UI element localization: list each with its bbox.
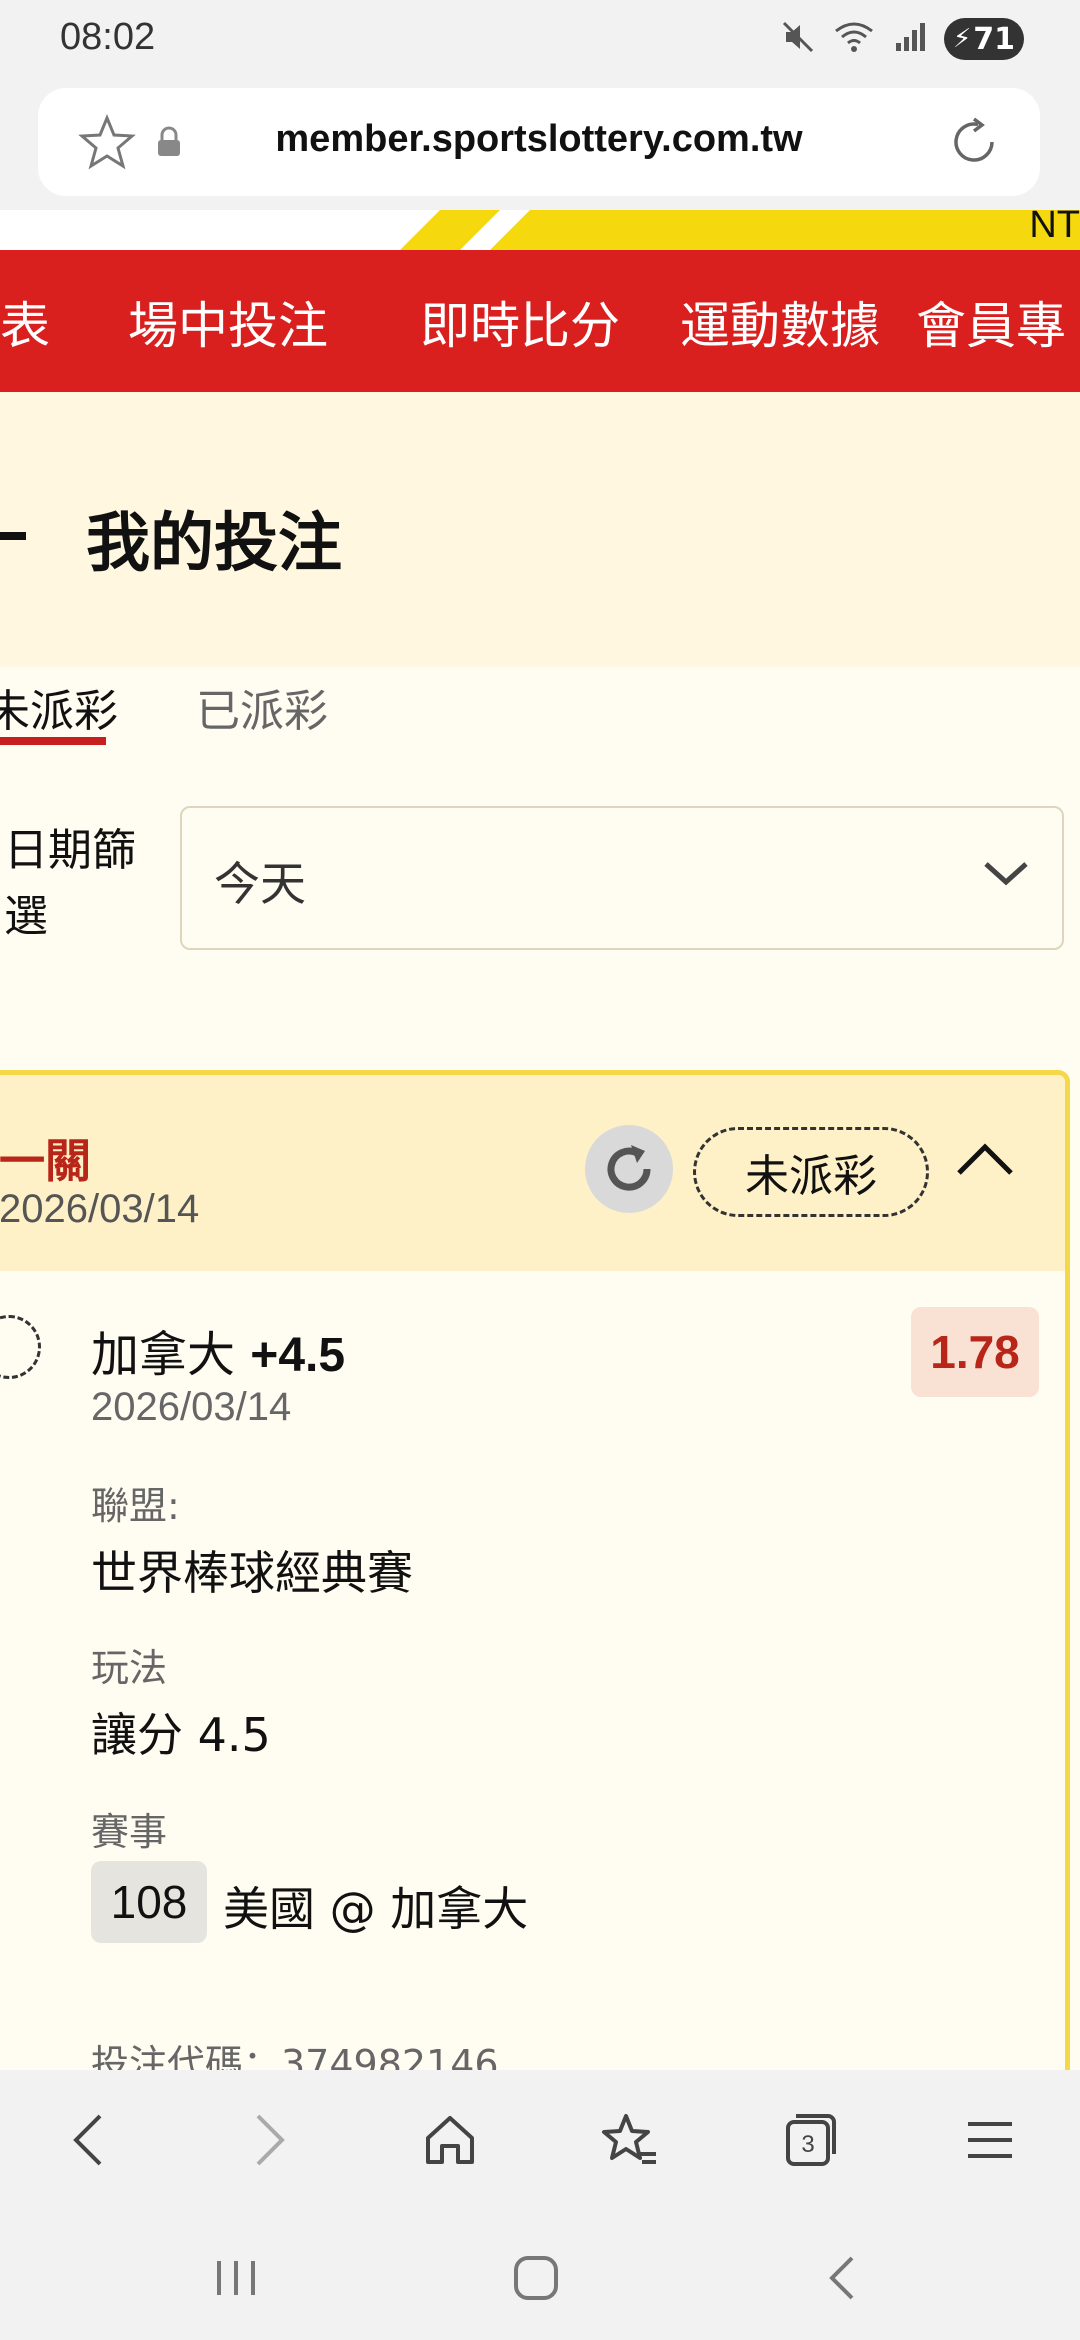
reload-icon[interactable] (948, 116, 1000, 172)
main-nav: 表 場中投注 即時比分 運動數據 會員專 (0, 250, 1080, 392)
forward-button[interactable] (240, 2110, 300, 2170)
status-time: 08:02 (60, 16, 156, 58)
nav-item-live-scores[interactable]: 即時比分 (420, 286, 620, 358)
battery-level: 71 (973, 21, 1015, 57)
bet-code-text: 投注代碼：374982146 (91, 2042, 499, 2070)
wifi-icon (832, 19, 876, 59)
league-value: 世界棒球經典賽 (91, 1546, 413, 1600)
banner-partial-text: NT (1029, 210, 1080, 246)
home-button[interactable] (420, 2110, 480, 2170)
system-nav-bar (0, 2210, 1080, 2340)
mute-icon (780, 19, 816, 59)
event-code: 108 (91, 1861, 207, 1943)
odds-badge: 1.78 (911, 1307, 1039, 1397)
address-bar[interactable]: member.sportslottery.com.tw (38, 88, 1040, 196)
league-label: 聯盟: (91, 1484, 180, 1528)
signal-icon (892, 19, 928, 59)
selection-team: 加拿大 (91, 1327, 236, 1383)
menu-button[interactable] (960, 2110, 1020, 2170)
chevron-right-icon (256, 2114, 285, 2166)
recent-apps-button[interactable] (206, 2248, 266, 2308)
hamburger-menu-icon (968, 2122, 1012, 2158)
tabs-button[interactable]: 3 (780, 2110, 840, 2170)
pending-result-icon (0, 1315, 41, 1379)
tab-count: 3 (801, 2131, 814, 2158)
date-filter-value: 今天 (214, 857, 306, 911)
date-filter-label: 日期篩選 (4, 825, 136, 942)
chevron-up-icon[interactable] (955, 1139, 1015, 1183)
nav-item-members[interactable]: 會員專 (916, 286, 1066, 358)
site-banner: NT (0, 210, 1080, 250)
recent-apps-icon (217, 2261, 255, 2295)
bet-date: 2026/03/14 (0, 1187, 200, 1231)
active-tab-indicator (0, 737, 106, 745)
bet-type: 一關 (0, 1134, 91, 1188)
page-title: 我的投注 (86, 507, 342, 581)
browser-toolbar: 3 (0, 2070, 1080, 2210)
tabs-icon: 3 (786, 2114, 836, 2166)
page-header: 我的投注 (0, 392, 1080, 667)
market-value: 讓分 4.5 (91, 1708, 271, 1762)
selection-line: +4.5 (250, 1329, 346, 1382)
banner-stripe (490, 210, 1080, 250)
market-label: 玩法 (91, 1646, 168, 1690)
web-page: NT 表 場中投注 即時比分 運動數據 會員專 我的投注 未派彩 已派彩 日期篩… (0, 210, 1080, 2070)
nav-item-live-betting[interactable]: 場中投注 (128, 286, 328, 358)
bet-status-badge: 未派彩 (693, 1127, 929, 1217)
system-back-button[interactable] (812, 2248, 872, 2308)
bookmarks-button[interactable] (600, 2110, 660, 2170)
tab-settled[interactable]: 已派彩 (196, 675, 328, 739)
nav-item-sports-data[interactable]: 運動數據 (680, 286, 880, 358)
nav-item-schedule[interactable]: 表 (0, 286, 50, 358)
system-back-icon (829, 2256, 854, 2300)
selection-date: 2026/03/14 (91, 1385, 292, 1429)
settlement-tabs: 未派彩 已派彩 (0, 667, 1080, 767)
battery-icon: ⚡ 71 (944, 18, 1024, 60)
date-filter-select[interactable]: 今天 (180, 806, 1064, 950)
title-dash (0, 532, 26, 540)
bookmarks-star-icon (602, 2114, 656, 2164)
refresh-icon (607, 1145, 651, 1191)
system-home-button[interactable] (506, 2248, 566, 2308)
status-bar: 08:02 ⚡ 71 (0, 0, 1080, 82)
address-bar-container: member.sportslottery.com.tw (0, 82, 1080, 210)
banner-stripe (400, 210, 500, 250)
status-icons: ⚡ 71 (780, 18, 1024, 60)
bet-selection: 加拿大 +4.5 (91, 1315, 345, 1385)
refresh-button[interactable] (585, 1125, 673, 1213)
url-text[interactable]: member.sportslottery.com.tw (38, 118, 1040, 161)
event-name: 美國 @ 加拿大 (223, 1882, 529, 1936)
back-button[interactable] (58, 2110, 118, 2170)
chevron-down-icon (982, 858, 1030, 892)
bet-card: 一關 2026/03/14 未派彩 加拿大 +4.5 1.78 2026/03/… (0, 1070, 1070, 2070)
home-icon (426, 2116, 474, 2164)
system-home-icon (514, 2256, 558, 2300)
bet-card-header: 一關 2026/03/14 未派彩 (0, 1075, 1065, 1271)
event-label: 賽事 (91, 1810, 168, 1854)
chevron-left-icon (73, 2114, 102, 2166)
tab-unsettled[interactable]: 未派彩 (0, 675, 118, 739)
